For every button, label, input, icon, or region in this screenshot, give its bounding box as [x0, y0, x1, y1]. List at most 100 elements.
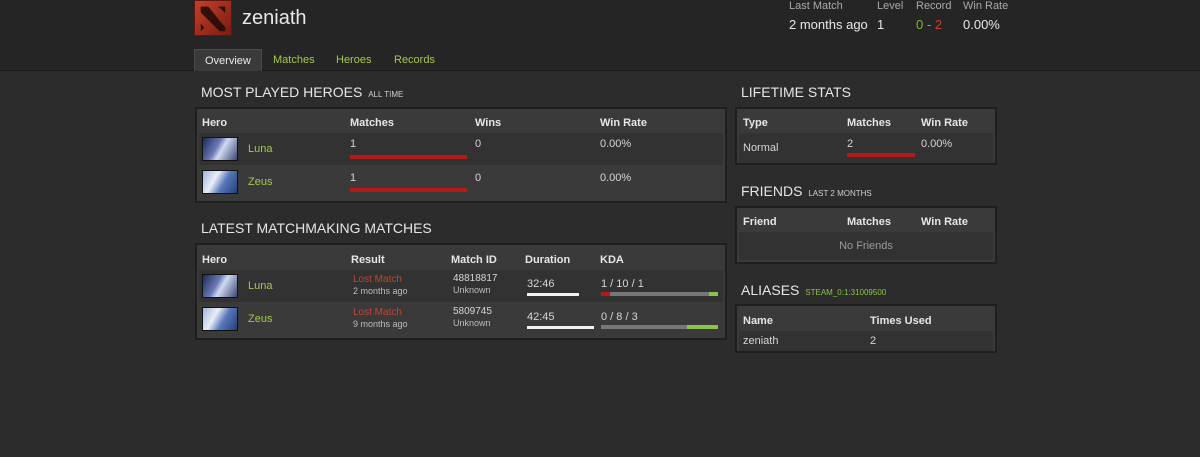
- column-header-duration: Duration: [525, 254, 571, 266]
- win-rate-value: 0.00%: [921, 138, 953, 150]
- column-header-kda: KDA: [600, 254, 624, 266]
- column-header-times-used: Times Used: [870, 315, 932, 327]
- level-value: 1: [877, 17, 885, 32]
- tab-matches[interactable]: Matches: [273, 49, 315, 71]
- kda-value: 1 / 10 / 1: [601, 278, 644, 290]
- record-value: 0 - 2: [916, 17, 951, 32]
- empty-row: No Friends: [739, 232, 993, 260]
- record-losses: 2: [934, 17, 943, 32]
- tab-records[interactable]: Records: [394, 49, 435, 71]
- aliases-table: Name Times Used zeniath 2: [735, 304, 997, 353]
- column-header-hero: Hero: [202, 117, 228, 129]
- profile-header: zeniath Last Match 2 months ago Level 1 …: [0, 0, 1200, 71]
- win-rate-value: 0.00%: [600, 172, 632, 184]
- kda-assists-segment: [687, 325, 718, 329]
- column-header-win-rate: Win Rate: [921, 216, 968, 228]
- hero-name-link[interactable]: Luna: [248, 280, 272, 292]
- matches-count: 1: [350, 172, 357, 184]
- match-type: Unknown: [453, 285, 491, 295]
- record-label: Record: [916, 0, 952, 12]
- last-match-stat: Last Match 2 months ago: [789, 0, 868, 32]
- tab-heroes[interactable]: Heroes: [336, 49, 371, 71]
- kda-kills-segment: [601, 292, 610, 296]
- lifetime-stats-title: LIFETIME STATS: [741, 84, 851, 100]
- friends-title: FRIENDS LAST 2 MONTHS: [741, 183, 872, 199]
- table-row: Normal 2 0.00%: [739, 133, 993, 163]
- kda-assists-segment: [709, 292, 718, 296]
- column-header-matches: Matches: [847, 117, 892, 129]
- match-duration: 42:45: [527, 311, 555, 323]
- match-id: 48818817: [453, 273, 498, 284]
- column-header-wins: Wins: [475, 117, 502, 129]
- column-header-match-id: Match ID: [451, 254, 497, 266]
- win-rate-label: Win Rate: [963, 0, 1009, 12]
- match-duration: 32:46: [527, 278, 555, 290]
- match-type: Normal: [743, 142, 779, 154]
- steam-id: STEAM_0:1:31009500: [805, 288, 887, 297]
- zeus-portrait-icon: [202, 170, 238, 194]
- win-rate-value: 0.00%: [600, 138, 632, 150]
- aliases-title-text: ALIASES: [741, 282, 800, 298]
- match-time: 9 months ago: [353, 319, 408, 329]
- win-rate-value: 0.00%: [963, 17, 1000, 32]
- kda-value: 0 / 8 / 3: [601, 311, 638, 323]
- friends-table: Friend Matches Win Rate No Friends: [735, 206, 997, 264]
- column-header-name: Name: [743, 315, 773, 327]
- last-match-label: Last Match: [789, 0, 843, 12]
- match-type: Unknown: [453, 318, 491, 328]
- last-match-value: 2 months ago: [789, 17, 868, 32]
- friends-title-text: FRIENDS: [741, 183, 803, 199]
- matches-count: 1: [350, 138, 357, 150]
- match-result-link[interactable]: Lost Match: [353, 274, 402, 285]
- most-played-table: Hero Matches Wins Win Rate Luna 1 0 0.00…: [195, 107, 727, 203]
- luna-portrait-icon: [202, 137, 238, 161]
- player-name: zeniath: [242, 7, 307, 29]
- duration-bar: [527, 326, 594, 329]
- table-row[interactable]: Luna 1 0 0.00%: [199, 133, 723, 165]
- column-header-friend: Friend: [743, 216, 777, 228]
- matches-bar: [350, 155, 467, 159]
- tab-overview[interactable]: Overview: [194, 49, 262, 71]
- matches-bar: [847, 153, 915, 157]
- column-header-matches: Matches: [847, 216, 892, 228]
- column-header-result: Result: [351, 254, 385, 266]
- hero-name-link[interactable]: Luna: [248, 143, 272, 155]
- record-wins: 0: [916, 17, 924, 32]
- level-stat: Level 1: [877, 0, 903, 32]
- duration-bar: [527, 293, 579, 296]
- column-header-win-rate: Win Rate: [921, 117, 968, 129]
- luna-portrait-icon: [202, 274, 238, 298]
- hero-name-link[interactable]: Zeus: [248, 313, 272, 325]
- latest-matches-table: Hero Result Match ID Duration KDA Luna L…: [195, 243, 727, 340]
- most-played-subtitle: ALL TIME: [368, 90, 404, 99]
- most-played-title-text: MOST PLAYED HEROES: [201, 84, 363, 100]
- most-played-title: MOST PLAYED HEROES ALL TIME: [201, 84, 403, 100]
- column-header-matches: Matches: [350, 117, 395, 129]
- aliases-title: ALIASES STEAM_0:1:31009500: [741, 282, 886, 298]
- lifetime-stats-table: Type Matches Win Rate Normal 2 0.00%: [735, 107, 997, 165]
- friends-subtitle: LAST 2 MONTHS: [808, 189, 872, 198]
- record-separator: -: [926, 17, 932, 32]
- column-header-type: Type: [743, 117, 768, 129]
- table-row: zeniath 2: [739, 331, 993, 351]
- win-rate-stat: Win Rate 0.00%: [963, 0, 1008, 32]
- wins-count: 0: [475, 138, 482, 150]
- kda-bar: [601, 292, 718, 296]
- alias-name: zeniath: [743, 335, 779, 347]
- kda-bar: [601, 325, 718, 329]
- matches-count: 2: [847, 138, 854, 150]
- dota-logo-icon: [194, 0, 232, 36]
- match-result-link[interactable]: Lost Match: [353, 307, 402, 318]
- hero-name-link[interactable]: Zeus: [248, 176, 272, 188]
- column-header-win-rate: Win Rate: [600, 117, 647, 129]
- match-id: 5809745: [453, 306, 492, 317]
- table-row[interactable]: Zeus Lost Match 9 months ago 5809745 Unk…: [199, 303, 723, 335]
- table-row[interactable]: Zeus 1 0 0.00%: [199, 166, 723, 198]
- record-stat: Record 0 - 2: [916, 0, 951, 32]
- alias-times-used: 2: [870, 335, 877, 347]
- matches-bar: [350, 188, 467, 192]
- column-header-hero: Hero: [202, 254, 228, 266]
- match-time: 2 months ago: [353, 286, 408, 296]
- table-row[interactable]: Luna Lost Match 2 months ago 48818817 Un…: [199, 270, 723, 302]
- zeus-portrait-icon: [202, 307, 238, 331]
